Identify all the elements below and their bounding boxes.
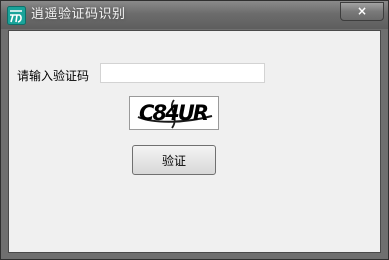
captcha-input[interactable] [100,63,265,83]
close-icon: × [356,4,368,18]
verify-button[interactable]: 验证 [132,145,216,175]
window-title: 逍遥验证码识别 [31,7,126,22]
captcha-input-label: 请输入验证码 [17,69,90,83]
app-logo-icon [7,6,26,25]
title-bar[interactable]: 逍遥验证码识别 × [1,1,388,29]
captcha-image[interactable]: C84UR [129,96,219,130]
app-window: 逍遥验证码识别 × 请输入验证码 C84UR 验证 [0,0,389,260]
captcha-text: C84UR [139,101,209,125]
close-button[interactable]: × [340,2,384,21]
client-area: 请输入验证码 C84UR 验证 [8,30,381,253]
